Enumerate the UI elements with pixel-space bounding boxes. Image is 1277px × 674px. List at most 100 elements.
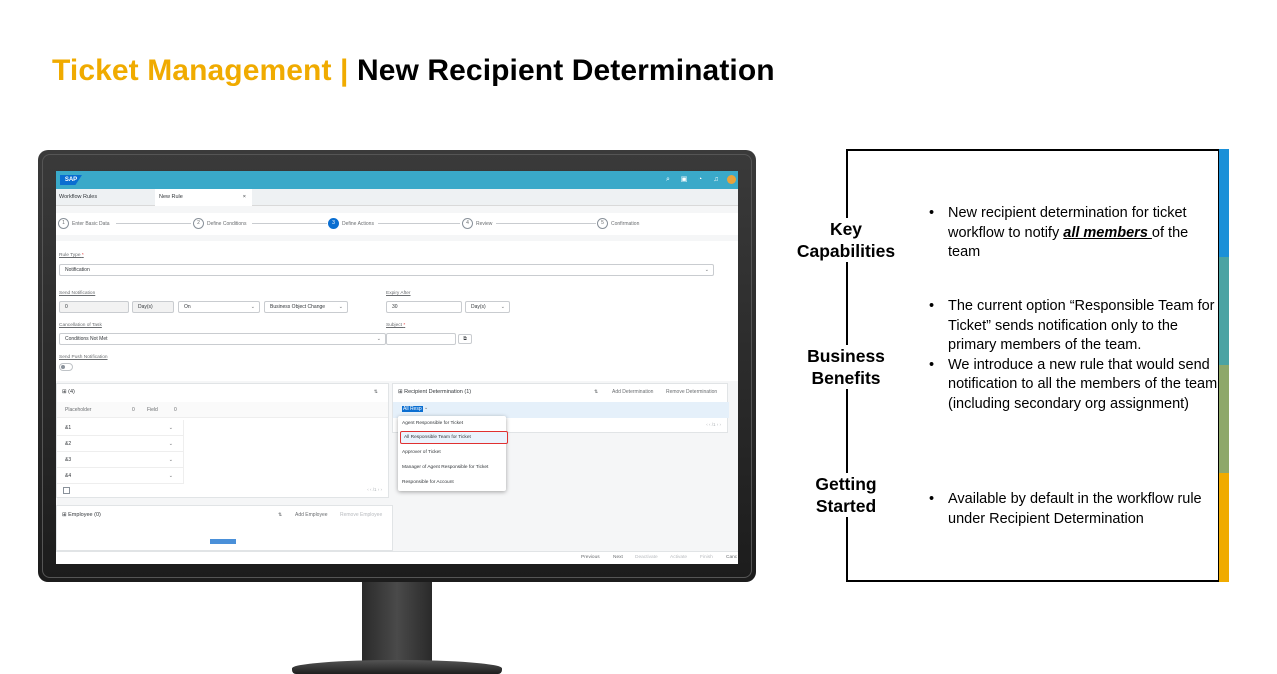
- footer-toolbar: Previous Next Deactivate Activate Finish…: [56, 551, 738, 564]
- sort-icon[interactable]: ⇅: [374, 384, 378, 400]
- chevron-down-icon: ⌄: [168, 473, 173, 479]
- title-accent: Ticket Management |: [52, 54, 349, 87]
- recipient-select[interactable]: All Resp: [402, 406, 423, 412]
- search-icon[interactable]: ⌕: [663, 175, 673, 185]
- illustration: [210, 539, 236, 544]
- remove-employee-button[interactable]: Remove Employee: [340, 506, 382, 524]
- step-number: 4: [462, 218, 473, 229]
- tab-workflow-rules[interactable]: Workflow Rules: [56, 189, 152, 206]
- table-row[interactable]: &4 ⌄: [57, 468, 183, 484]
- pager[interactable]: ‹ ‹ /1 › ›: [367, 487, 382, 492]
- business-benefits-heading: Business Benefits: [781, 345, 911, 389]
- shell-bar: SAP ⌕ ▣ ◔ ♫: [56, 171, 738, 189]
- finish-button[interactable]: Finish: [700, 555, 713, 560]
- chevron-down-icon: ⌄: [424, 405, 429, 411]
- value-help-icon[interactable]: ⧉: [458, 334, 472, 344]
- add-employee-button[interactable]: Add Employee: [295, 506, 328, 524]
- tab-label: Workflow Rules: [59, 194, 98, 200]
- push-notification-toggle[interactable]: [59, 363, 73, 371]
- step-4[interactable]: 4 Review: [462, 218, 492, 229]
- send-notification-label: Send Notification: [59, 291, 96, 296]
- previous-button[interactable]: Previous: [581, 555, 600, 560]
- step-label: Define Actions: [342, 220, 374, 227]
- monitor-stand: [362, 582, 432, 662]
- expiry-value-input[interactable]: 30: [386, 301, 462, 313]
- dropdown-option-selected[interactable]: All Responsible Team for Ticket: [400, 431, 508, 444]
- dropdown-option[interactable]: Manager of Agent Responsible for Ticket: [402, 465, 488, 470]
- dropdown-option[interactable]: Agent Responsible for Ticket: [402, 421, 463, 426]
- step-5[interactable]: 5 Confirmation: [597, 218, 639, 229]
- deactivate-button[interactable]: Deactivate: [635, 555, 658, 560]
- add-determination-button[interactable]: Add Determination: [612, 384, 653, 400]
- chevron-down-icon: ⌄: [376, 336, 381, 342]
- chevron-down-icon: ⌄: [168, 441, 173, 447]
- activate-button[interactable]: Activate: [670, 555, 687, 560]
- notes-icon[interactable]: ▣: [679, 175, 689, 185]
- step-number: 2: [193, 218, 204, 229]
- table-row[interactable]: &2 ⌄: [57, 436, 183, 452]
- sort-icon[interactable]: ⇅: [594, 384, 598, 400]
- bullet-item: We introduce a new rule that would send …: [929, 356, 1219, 415]
- table-icon: ⊞: [398, 389, 403, 395]
- color-bar-teal: [1219, 257, 1229, 365]
- recipient-panel-header: ⊞ Recipient Determination (1) ⇅ Add Dete…: [393, 384, 727, 400]
- step-2[interactable]: 2 Define Conditions: [193, 218, 246, 229]
- avatar[interactable]: [727, 175, 736, 184]
- key-capabilities-heading: Key Capabilities: [781, 218, 911, 262]
- business-benefits-bullets: The current option “Responsible Team for…: [929, 297, 1219, 414]
- placeholder-panel-header: ⊞ (4) ⇅: [57, 384, 388, 400]
- employee-panel-header: ⊞ Employee (0) ⇅ Add Employee Remove Emp…: [57, 506, 392, 524]
- row-label: &1: [65, 425, 72, 431]
- rule-type-value: Notification: [65, 267, 90, 273]
- key-capabilities-bullets: New recipient determination for ticket w…: [929, 204, 1219, 263]
- row-label: &3: [65, 457, 72, 463]
- rule-type-select[interactable]: Notification ⌄: [59, 264, 714, 276]
- placeholder-panel: ⊞ (4) ⇅ Placeholder 0 Field 0 &1 ⌄ &2 ⌄ &3…: [56, 383, 389, 498]
- tab-label: New Rule: [159, 194, 183, 200]
- select-all-checkbox[interactable]: [63, 487, 70, 494]
- remove-determination-button[interactable]: Remove Determination: [666, 384, 717, 400]
- step-3[interactable]: 3 Define Actions: [328, 218, 374, 229]
- chevron-down-icon: ⌄: [500, 304, 505, 310]
- clock-icon[interactable]: ◔: [695, 175, 705, 185]
- slide: Ticket Management | New Recipient Determ…: [0, 0, 1277, 674]
- bell-icon[interactable]: ♫: [711, 175, 721, 185]
- employee-title: Employee: [68, 512, 93, 518]
- next-button[interactable]: Next: [613, 555, 623, 560]
- col-field: Field: [147, 407, 158, 413]
- sap-logo[interactable]: SAP: [60, 175, 82, 185]
- subject-label: Subject *: [386, 323, 406, 328]
- title-main: New Recipient Determination: [356, 54, 775, 87]
- cancel-button[interactable]: Canc: [726, 555, 737, 560]
- color-bar-blue: [1219, 149, 1229, 257]
- send-value-input[interactable]: 0: [59, 301, 129, 313]
- table-row[interactable]: &3 ⌄: [57, 452, 183, 468]
- send-on-select[interactable]: On ⌄: [178, 301, 260, 313]
- bullet-item: New recipient determination for ticket w…: [929, 204, 1219, 263]
- col-placeholder: Placeholder: [65, 407, 92, 413]
- expiry-label: Expiry After: [386, 291, 411, 296]
- table-header-row: Placeholder 0 Field 0: [57, 402, 388, 418]
- tab-bar: Workflow Rules New Rule ×: [56, 189, 738, 206]
- chevron-down-icon: ⌄: [704, 267, 709, 273]
- send-event-select[interactable]: Business Object Change ⌄: [264, 301, 348, 313]
- dropdown-option[interactable]: Approver of Ticket: [402, 450, 441, 455]
- step-1[interactable]: 1 Enter Basic Data: [58, 218, 110, 229]
- employee-panel: ⊞ Employee (0) ⇅ Add Employee Remove Emp…: [56, 505, 393, 551]
- rule-form: Rule Type * Notification ⌄ Send Notificat…: [56, 241, 738, 381]
- color-bar-green: [1219, 365, 1229, 473]
- sort-icon[interactable]: ⇅: [278, 506, 282, 524]
- cancellation-label: Cancellation of Task: [59, 323, 102, 328]
- getting-started-heading: Getting Started: [781, 473, 911, 517]
- cancellation-select[interactable]: Conditions Not Met ⌄: [59, 333, 386, 345]
- dropdown-option[interactable]: Responsible for Account: [402, 480, 454, 485]
- pager[interactable]: ‹ ‹ /1 › ›: [706, 422, 721, 427]
- expiry-unit-select[interactable]: Day(s) ⌄: [465, 301, 510, 313]
- subject-input[interactable]: [386, 333, 456, 345]
- close-icon[interactable]: ×: [243, 189, 246, 206]
- table-row[interactable]: &1 ⌄: [57, 420, 183, 436]
- tab-new-rule[interactable]: New Rule ×: [155, 189, 252, 206]
- color-bar-gold: [1219, 473, 1229, 582]
- col-field-count: 0: [174, 407, 177, 413]
- send-unit-select[interactable]: Day(s): [132, 301, 174, 313]
